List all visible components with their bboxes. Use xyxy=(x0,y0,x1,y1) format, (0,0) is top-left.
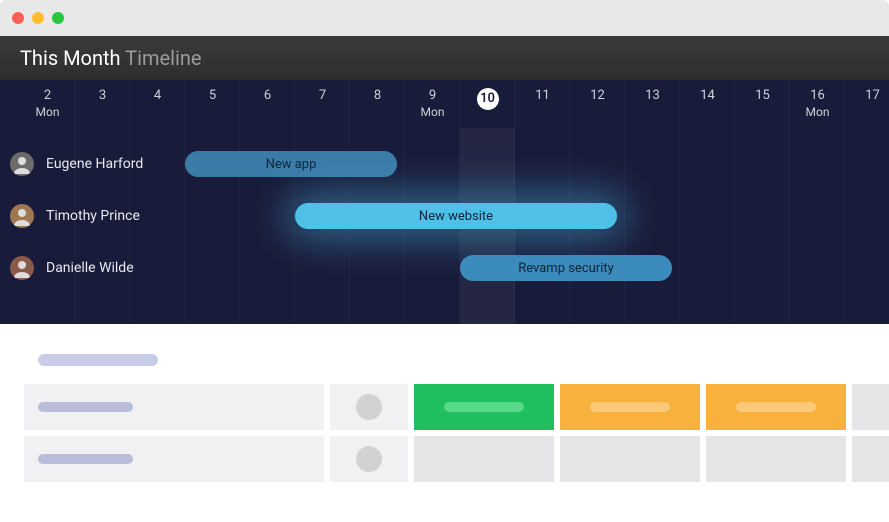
date-number: 12 xyxy=(590,88,605,103)
date-cell[interactable]: 8 xyxy=(350,80,405,128)
day-of-week: Mon xyxy=(790,105,845,119)
date-number: 6 xyxy=(264,88,271,103)
date-row: 2 Mon 3 4 5 6 7 8 9 Mon 10 11 12 13 14 15 16 Mon 17 xyxy=(0,80,889,128)
date-cell[interactable]: 13 xyxy=(625,80,680,128)
date-cell[interactable]: 15 xyxy=(735,80,790,128)
skeleton-text xyxy=(38,402,133,412)
header-subtitle: Timeline xyxy=(125,46,201,70)
date-cell[interactable]: 10 xyxy=(460,80,515,128)
date-cell[interactable]: 7 xyxy=(295,80,350,128)
person-info[interactable]: Timothy Prince xyxy=(10,204,140,228)
date-number: 13 xyxy=(645,88,660,103)
person-name: Timothy Prince xyxy=(46,208,140,224)
date-cell[interactable]: 17 xyxy=(845,80,889,128)
date-number: 15 xyxy=(755,88,770,103)
table-row[interactable] xyxy=(18,436,871,482)
status-cell-empty[interactable] xyxy=(852,436,889,482)
day-of-week: Mon xyxy=(405,105,460,119)
task-bar[interactable]: New app xyxy=(185,151,397,177)
owner-cell[interactable] xyxy=(330,384,408,430)
status-cell-empty[interactable] xyxy=(414,436,554,482)
window-chrome xyxy=(0,0,889,36)
skeleton-text xyxy=(444,402,524,412)
date-number: 9 xyxy=(429,88,436,103)
date-cell[interactable]: 12 xyxy=(570,80,625,128)
date-cell[interactable]: 14 xyxy=(680,80,735,128)
date-number: 10 xyxy=(477,88,499,110)
person-row: Eugene Harford xyxy=(0,138,889,190)
person-info[interactable]: Danielle Wilde xyxy=(10,256,134,280)
skeleton-text xyxy=(736,402,816,412)
date-cell[interactable]: 16 Mon xyxy=(790,80,845,128)
task-bar[interactable]: Revamp security xyxy=(460,255,672,281)
timeline-body: 2 Mon 3 4 5 6 7 8 9 Mon 10 11 12 13 14 15 16 Mon 17 Eugene… xyxy=(0,80,889,324)
status-cell-empty[interactable] xyxy=(852,384,889,430)
date-number: 5 xyxy=(209,88,216,103)
skeleton-table xyxy=(0,324,889,498)
date-cell[interactable]: 2 Mon xyxy=(20,80,75,128)
status-cell-working[interactable] xyxy=(560,384,700,430)
header-title: This Month xyxy=(20,46,121,70)
task-label: New app xyxy=(266,157,317,172)
person-name: Danielle Wilde xyxy=(46,260,134,276)
avatar-placeholder-icon xyxy=(356,394,382,420)
skeleton-text xyxy=(38,454,133,464)
avatar-placeholder-icon xyxy=(356,446,382,472)
skeleton-text xyxy=(590,402,670,412)
timeline-rows: Eugene Harford Timothy Prince Danielle Wil… xyxy=(0,138,889,294)
date-number: 11 xyxy=(535,88,550,103)
date-cell[interactable]: 4 xyxy=(130,80,185,128)
name-cell[interactable] xyxy=(24,384,324,430)
date-number: 16 xyxy=(810,88,825,103)
status-cell-done[interactable] xyxy=(414,384,554,430)
name-cell[interactable] xyxy=(24,436,324,482)
avatar[interactable] xyxy=(10,152,34,176)
status-cell-empty[interactable] xyxy=(560,436,700,482)
date-number: 17 xyxy=(865,88,880,103)
task-bar[interactable]: New website xyxy=(295,203,617,229)
person-info[interactable]: Eugene Harford xyxy=(10,152,143,176)
maximize-window-icon[interactable] xyxy=(52,12,64,24)
minimize-window-icon[interactable] xyxy=(32,12,44,24)
date-cell[interactable]: 11 xyxy=(515,80,570,128)
date-number: 8 xyxy=(374,88,381,103)
status-cell-empty[interactable] xyxy=(706,436,846,482)
date-number: 14 xyxy=(700,88,715,103)
table-row[interactable] xyxy=(18,384,871,430)
task-label: Revamp security xyxy=(518,261,614,276)
task-label: New website xyxy=(419,209,493,224)
date-cell[interactable]: 9 Mon xyxy=(405,80,460,128)
timeline-header: This Month Timeline xyxy=(0,36,889,80)
date-number: 3 xyxy=(99,88,106,103)
date-cell[interactable]: 6 xyxy=(240,80,295,128)
date-number: 2 xyxy=(44,88,51,103)
avatar[interactable] xyxy=(10,204,34,228)
skeleton-group-header xyxy=(38,354,158,366)
date-number: 4 xyxy=(154,88,161,103)
avatar[interactable] xyxy=(10,256,34,280)
status-cell-working[interactable] xyxy=(706,384,846,430)
owner-cell[interactable] xyxy=(330,436,408,482)
close-window-icon[interactable] xyxy=(12,12,24,24)
person-name: Eugene Harford xyxy=(46,156,143,172)
date-number: 7 xyxy=(319,88,326,103)
date-cell[interactable]: 3 xyxy=(75,80,130,128)
person-row: Danielle Wilde xyxy=(0,242,889,294)
day-of-week: Mon xyxy=(20,105,75,119)
date-cell[interactable]: 5 xyxy=(185,80,240,128)
